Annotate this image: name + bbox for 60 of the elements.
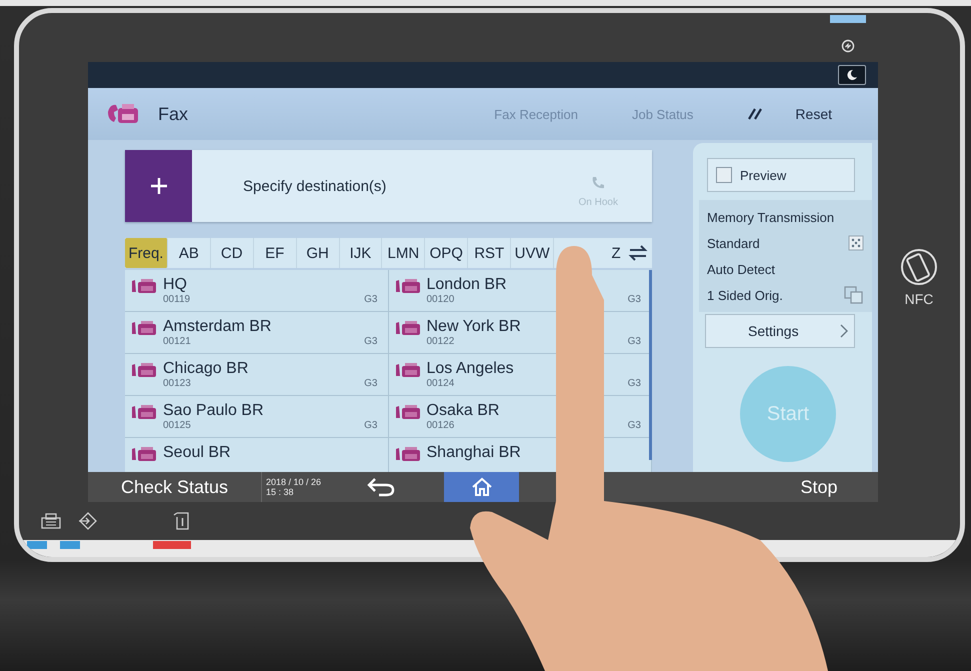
destination-entry[interactable]: HQ 00119 G3 xyxy=(125,270,388,312)
time-label: 15 : 38 xyxy=(266,487,295,497)
index-tab[interactable]: EF xyxy=(254,238,297,268)
home-icon xyxy=(470,477,492,497)
indicator-light xyxy=(27,541,47,549)
index-tab[interactable]: GH xyxy=(296,238,340,268)
setting-label: Standard xyxy=(707,236,760,250)
index-tab[interactable]: IJK xyxy=(340,238,382,268)
resolution-icon xyxy=(848,235,864,251)
fax-icon xyxy=(394,278,420,294)
plus-icon xyxy=(150,177,168,195)
back-icon[interactable] xyxy=(366,477,396,497)
status-light xyxy=(830,15,866,23)
index-tab[interactable]: RST xyxy=(468,238,512,268)
fax-icon xyxy=(394,320,420,336)
power-icon xyxy=(841,39,855,53)
setting-label: Auto Detect xyxy=(707,262,775,276)
login-icon xyxy=(78,512,98,530)
pages-icon xyxy=(844,286,864,304)
sleep-button[interactable] xyxy=(838,65,866,85)
setting-label: 1 Sided Orig. xyxy=(707,288,783,302)
home-button[interactable] xyxy=(444,472,519,502)
stop-button[interactable]: Stop xyxy=(760,472,878,502)
fax-icon xyxy=(131,278,157,294)
moon-icon xyxy=(846,69,858,81)
setting-label: Memory Transmission xyxy=(707,210,834,224)
swap-icon[interactable] xyxy=(627,244,650,262)
fax-icon xyxy=(131,404,157,420)
fax-machine-icon xyxy=(41,513,61,529)
fax-icon xyxy=(131,446,157,462)
index-tab[interactable]: Z xyxy=(608,238,624,268)
app-title: Fax xyxy=(158,104,188,124)
reset-icon xyxy=(747,107,764,121)
chevron-icon xyxy=(840,324,848,338)
index-tab[interactable]: Freq. xyxy=(125,238,168,268)
nfc-label: NFC xyxy=(904,291,934,307)
phone-icon xyxy=(590,174,606,190)
indicator-light xyxy=(153,541,191,549)
index-tab[interactable]: LMN xyxy=(382,238,426,268)
fax-icon xyxy=(394,362,420,378)
destination-entry[interactable]: Sao Paulo BR 00125 G3 xyxy=(125,396,388,438)
index-tab[interactable]: OPQ xyxy=(425,238,468,268)
index-tab[interactable]: AB xyxy=(168,238,211,268)
preview-checkbox[interactable]: Preview xyxy=(707,158,855,192)
check-status-button[interactable]: Check Status xyxy=(88,472,262,502)
destination-entry[interactable]: Amsterdam BR 00121 G3 xyxy=(125,312,388,354)
fax-icon xyxy=(131,362,157,378)
data-icon xyxy=(173,512,189,530)
index-tab[interactable]: UVW xyxy=(511,238,554,268)
nfc-icon xyxy=(899,247,939,287)
indicator-light xyxy=(60,541,80,549)
reset-button[interactable]: Reset xyxy=(795,106,832,122)
fax-icon xyxy=(394,446,420,462)
date-label: 2018 / 10 / 26 xyxy=(266,477,322,487)
settings-button[interactable]: Settings xyxy=(705,314,855,348)
fax-icon xyxy=(394,404,420,420)
index-tab[interactable]: CD xyxy=(210,238,254,268)
destination-entry[interactable]: Chicago BR 00123 G3 xyxy=(125,354,388,396)
fax-icon xyxy=(106,102,140,126)
fax-icon xyxy=(131,320,157,336)
